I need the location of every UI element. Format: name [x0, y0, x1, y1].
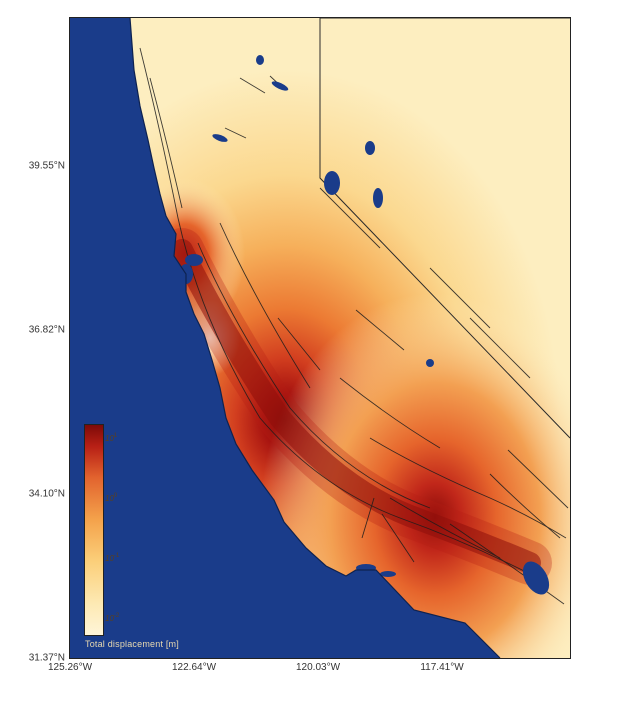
y-tick-label: 39.55°N — [5, 161, 65, 172]
y-tick-label: 34.10°N — [5, 489, 65, 500]
y-tick-label: 36.82°N — [5, 325, 65, 336]
x-tick-label: 117.41°W — [420, 662, 463, 673]
colorbar-title: Total displacement [m] — [85, 639, 179, 649]
colorbar — [85, 425, 103, 635]
x-tick-label: 125.26°W — [48, 662, 92, 673]
colorbar-tick: 10-1 — [105, 553, 119, 563]
map-svg — [70, 18, 570, 658]
colorbar-tick: 101 — [105, 433, 117, 443]
x-tick-label: 120.03°W — [296, 662, 340, 673]
map-figure: QUAKE IM 39.55°N 36.82°N 34.10°N 31.37°N… — [0, 0, 620, 703]
map-plot-area: QUAKE IM — [70, 18, 570, 658]
colorbar-tick: 10-2 — [105, 613, 119, 623]
colorbar-tick: 100 — [105, 493, 117, 503]
x-tick-label: 122.64°W — [172, 662, 216, 673]
